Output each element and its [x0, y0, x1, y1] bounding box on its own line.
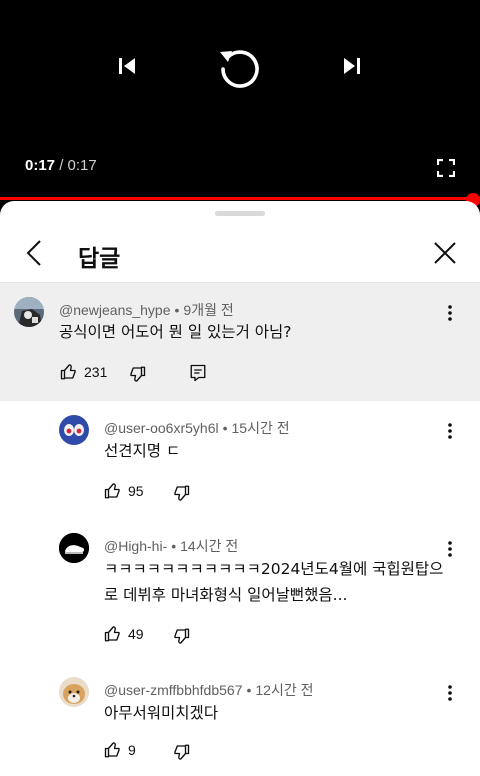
like-count: 95 — [128, 483, 144, 499]
comment-author[interactable]: @user-oo6xr5yh6l — [104, 420, 219, 436]
parent-comment: @newjeans_hype • 9개월 전 공식이면 어도어 뭔 일 있는거 아님… — [0, 283, 480, 401]
close-icon — [434, 242, 456, 264]
skip-next-icon — [344, 58, 360, 74]
comment-meta: @High-hi- • 14시간 전 — [104, 536, 238, 556]
replies-panel: 답글 @newjeans_hype • 9개월 전 공식이면 어도어 뭔 일 있는거… — [0, 201, 480, 776]
dislike-button[interactable] — [128, 365, 146, 383]
reply-item: @user-oo6xr5yh6l • 15시간 전 선견지명 ㄷ 95 — [0, 401, 480, 519]
comment-menu-button[interactable] — [440, 301, 460, 325]
more-vert-icon — [448, 541, 452, 557]
comment-author[interactable]: @user-zmffbbhfdb567 — [104, 682, 242, 698]
comment-menu-button[interactable] — [440, 419, 460, 443]
thumbs-up-icon — [104, 626, 120, 642]
meta-dot: • — [222, 420, 228, 436]
meta-dot: • — [171, 538, 177, 554]
dislike-button[interactable] — [172, 627, 190, 645]
like-count: 49 — [128, 626, 144, 642]
comment-age: 12시간 전 — [255, 682, 314, 698]
time-separator: / — [55, 157, 68, 174]
current-time: 0:17 — [25, 157, 56, 174]
back-button[interactable] — [20, 238, 48, 268]
comment-menu-button[interactable] — [440, 681, 460, 705]
comment-author[interactable]: @High-hi- — [104, 538, 167, 554]
like-button[interactable]: 231 — [60, 363, 107, 381]
comment-text-line: 로 데뷔후 마녀화형식 일어날뻔했음... — [104, 586, 348, 604]
avatar[interactable] — [59, 677, 89, 707]
thumbs-up-icon — [60, 364, 76, 380]
more-vert-icon — [448, 305, 452, 321]
reply-item: @user-zmffbbhfdb567 • 12시간 전 아무서워미치겠다 — [0, 661, 480, 776]
like-count: 231 — [84, 364, 108, 380]
next-video-button[interactable] — [332, 46, 372, 86]
comment-text-line: ㅋㅋㅋㅋㅋㅋㅋㅋㅋㅋㅋ2024년도4월에 국힙원탑으 — [104, 560, 444, 578]
reply-comment-icon — [190, 364, 206, 382]
like-count: 9 — [128, 742, 136, 758]
like-button[interactable]: 9 — [104, 741, 136, 759]
comment-text: ㅋㅋㅋㅋㅋㅋㅋㅋㅋㅋㅋ2024년도4월에 국힙원탑으 로 데뷔후 마녀화형식 일… — [104, 556, 443, 608]
fullscreen-button[interactable] — [434, 156, 458, 180]
comment-text: 선견지명 ㄷ — [104, 442, 181, 460]
fullscreen-icon — [437, 159, 455, 177]
duration: 0:17 — [67, 157, 97, 174]
time-display: 0:17 / 0:17 — [25, 157, 97, 174]
comment-text: 공식이면 어도어 뭔 일 있는거 아님? — [59, 323, 292, 341]
reply-button[interactable] — [189, 364, 207, 382]
avatar-image-icon — [14, 297, 44, 327]
replay-button[interactable] — [214, 40, 266, 92]
comment-author[interactable]: @newjeans_hype — [59, 302, 171, 318]
replay-icon — [220, 50, 259, 88]
more-vert-icon — [448, 423, 452, 439]
meta-dot: • — [174, 302, 180, 318]
meta-dot: • — [246, 682, 252, 698]
more-vert-icon — [448, 685, 452, 701]
comment-meta: @user-zmffbbhfdb567 • 12시간 전 — [104, 680, 314, 700]
dislike-button[interactable] — [172, 743, 190, 761]
panel-title: 답글 — [78, 246, 121, 272]
progress-bar[interactable] — [0, 197, 480, 200]
avatar[interactable] — [59, 533, 89, 563]
avatar-image-icon — [59, 677, 89, 707]
thumbs-down-icon — [130, 366, 146, 382]
thumbs-up-icon — [104, 483, 120, 499]
comment-text: 아무서워미치겠다 — [104, 704, 219, 722]
video-player[interactable]: 0:17 / 0:17 — [0, 0, 480, 207]
like-button[interactable]: 49 — [104, 625, 144, 643]
thumbs-up-icon — [104, 742, 120, 758]
avatar[interactable] — [14, 297, 44, 327]
comment-menu-button[interactable] — [440, 537, 460, 561]
comment-age: 14시간 전 — [180, 538, 239, 554]
reply-item: @High-hi- • 14시간 전 ㅋㅋㅋㅋㅋㅋㅋㅋㅋㅋㅋ2024년도4월에 국힙… — [0, 519, 480, 661]
avatar-image-icon — [59, 415, 89, 445]
previous-video-button[interactable] — [107, 46, 147, 86]
comment-meta: @newjeans_hype • 9개월 전 — [59, 300, 234, 320]
comment-age: 15시간 전 — [231, 420, 290, 436]
drag-handle[interactable] — [215, 211, 265, 216]
like-button[interactable]: 95 — [104, 482, 144, 500]
skip-previous-icon — [119, 58, 135, 74]
comment-age: 9개월 전 — [183, 302, 234, 318]
chevron-left-icon — [26, 240, 41, 266]
comment-meta: @user-oo6xr5yh6l • 15시간 전 — [104, 418, 290, 438]
thumbs-down-icon — [174, 628, 190, 644]
close-button[interactable] — [431, 239, 459, 267]
thumbs-down-icon — [174, 744, 190, 760]
avatar[interactable] — [59, 415, 89, 445]
thumbs-down-icon — [174, 485, 190, 501]
dislike-button[interactable] — [172, 484, 190, 502]
avatar-image-icon — [59, 533, 89, 563]
